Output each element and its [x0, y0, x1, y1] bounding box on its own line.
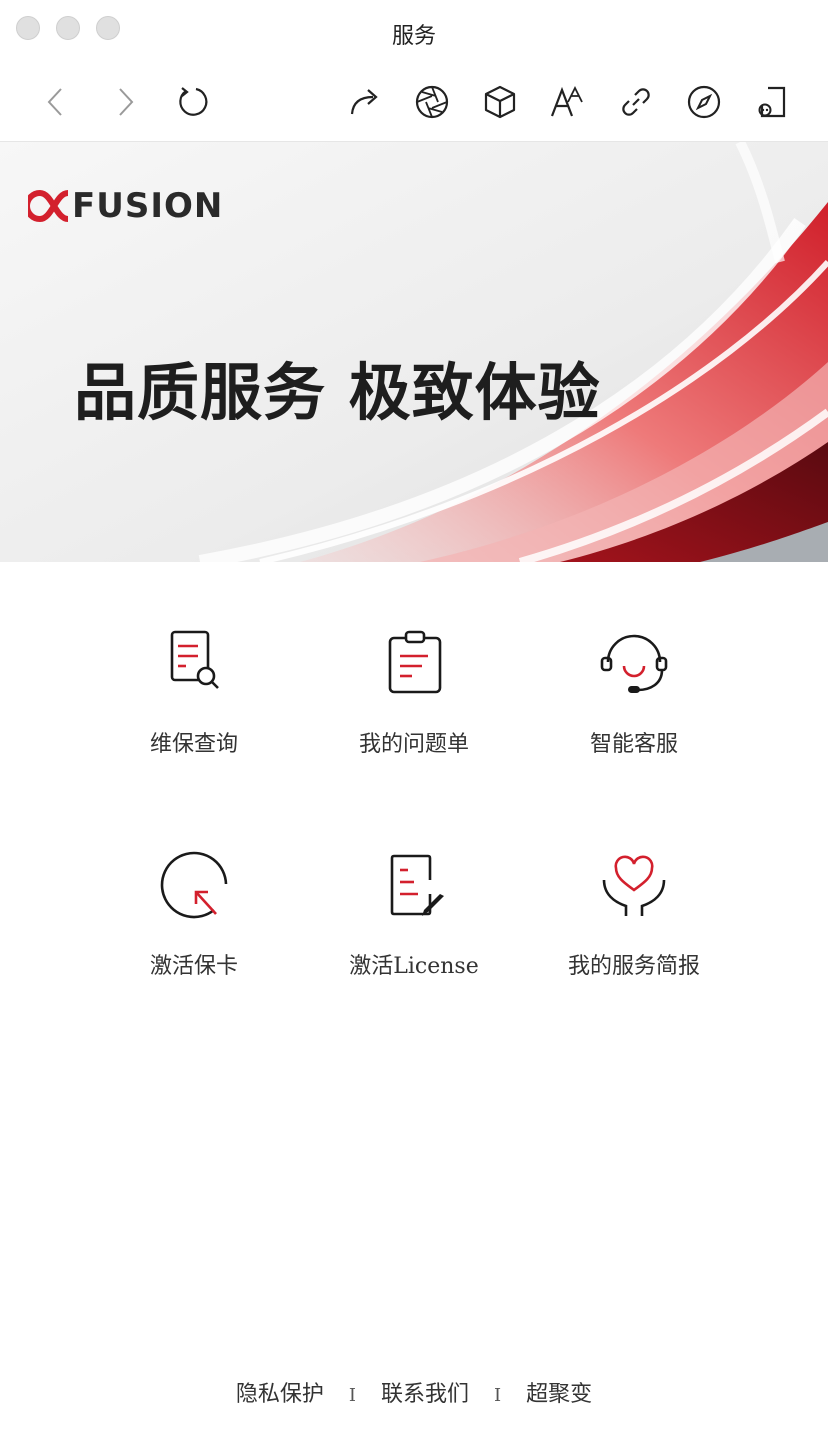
cube-icon — [484, 85, 516, 119]
footer-separator: I — [348, 1385, 356, 1406]
alpha-logo-icon — [28, 189, 69, 223]
clipboard-icon — [388, 630, 442, 694]
toolbar — [0, 66, 828, 142]
refresh-button[interactable] — [170, 80, 214, 124]
brand-logo: FUSION — [28, 186, 223, 226]
link-icon — [622, 88, 650, 116]
aperture-icon — [415, 85, 449, 119]
service-activate-license[interactable]: 激活License — [304, 850, 524, 980]
service-activate-warranty-card[interactable]: 激活保卡 — [84, 850, 304, 980]
window-title: 服务 — [391, 24, 436, 49]
service-label: 我的服务简报 — [567, 954, 700, 979]
back-icon — [47, 88, 62, 116]
headset-icon — [600, 634, 668, 693]
service-smart-support[interactable]: 智能客服 — [524, 628, 744, 758]
services-grid: 维保查询 我的问题单 智能客服 激活保卡 激活License 我的服务简报 — [0, 562, 828, 1022]
font-size-button[interactable] — [546, 80, 590, 124]
banner-slogan: 品质服务 极致体验 — [74, 356, 601, 429]
heart-hands-icon — [602, 855, 666, 916]
hero-banner[interactable]: FUSION 品质服务 极致体验 — [0, 142, 828, 562]
service-my-tickets[interactable]: 我的问题单 — [304, 628, 524, 758]
service-label: 智能客服 — [589, 732, 678, 757]
contact-link[interactable]: 联系我们 — [381, 1382, 469, 1407]
forward-icon — [119, 88, 134, 116]
service-warranty-query[interactable]: 维保查询 — [84, 628, 304, 758]
service-label: 维保查询 — [149, 732, 238, 757]
service-my-service-report[interactable]: 我的服务简报 — [524, 850, 744, 980]
link-button[interactable] — [614, 80, 658, 124]
share-icon — [350, 89, 378, 115]
activate-arrow-icon — [160, 851, 228, 919]
brand-link[interactable]: 超聚变 — [526, 1382, 592, 1407]
font-size-icon — [550, 85, 583, 117]
share-button[interactable] — [343, 80, 387, 124]
forward-button[interactable] — [102, 80, 146, 124]
compass-button[interactable] — [682, 80, 726, 124]
service-label: 我的问题单 — [358, 732, 469, 757]
mini-program-icon — [758, 86, 786, 118]
service-label: 激活License — [349, 954, 479, 979]
compass-icon — [687, 85, 721, 119]
footer-separator: I — [494, 1385, 502, 1406]
title-bar: 服务 — [0, 0, 828, 66]
footer: 隐私保护 I 联系我们 I 超聚变 — [0, 1376, 828, 1408]
document-edit-icon — [390, 854, 444, 916]
document-search-icon — [170, 630, 219, 689]
service-label: 激活保卡 — [149, 954, 238, 979]
aperture-button[interactable] — [410, 80, 454, 124]
mini-program-button[interactable] — [750, 80, 794, 124]
refresh-icon — [179, 87, 208, 116]
cube-button[interactable] — [478, 80, 522, 124]
brand-name: FUSION — [72, 186, 224, 226]
back-button[interactable] — [35, 80, 79, 124]
privacy-link[interactable]: 隐私保护 — [236, 1382, 324, 1407]
